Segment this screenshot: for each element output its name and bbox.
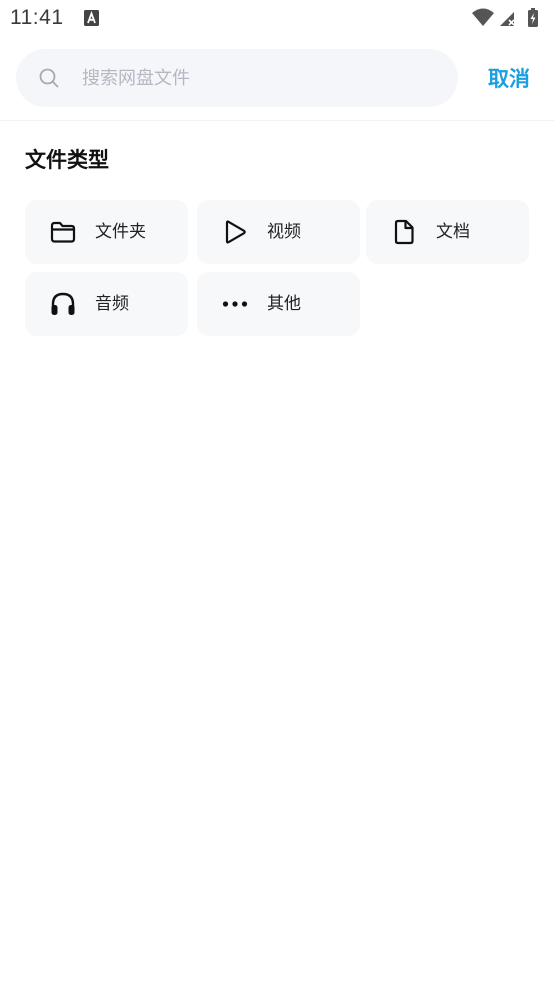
status-icons bbox=[472, 8, 538, 27]
status-time: 11:41 bbox=[10, 6, 64, 29]
notification-a-icon bbox=[84, 10, 99, 26]
folder-icon bbox=[50, 221, 76, 243]
search-input[interactable] bbox=[82, 49, 442, 107]
headphones-icon bbox=[51, 292, 75, 315]
search-icon bbox=[39, 68, 59, 88]
battery-icon bbox=[528, 8, 538, 27]
divider bbox=[0, 120, 554, 121]
tile-label: 视频 bbox=[267, 222, 301, 242]
cancel-button[interactable]: 取消 bbox=[474, 62, 544, 96]
search-box[interactable] bbox=[16, 49, 458, 107]
tile-label: 文档 bbox=[436, 222, 470, 242]
file-type-other[interactable]: 其他 bbox=[197, 272, 360, 336]
file-type-audio[interactable]: 音频 bbox=[25, 272, 188, 336]
search-bar: 取消 bbox=[0, 38, 554, 120]
file-type-document[interactable]: 文档 bbox=[366, 200, 529, 264]
status-bar: 11:41 bbox=[0, 0, 554, 38]
file-type-video[interactable]: 视频 bbox=[197, 200, 360, 264]
file-type-folder[interactable]: 文件夹 bbox=[25, 200, 188, 264]
wifi-icon bbox=[472, 8, 494, 26]
document-icon bbox=[394, 219, 414, 245]
tile-label: 其他 bbox=[267, 294, 301, 314]
tile-label: 文件夹 bbox=[95, 222, 146, 242]
section-title: 文件类型 bbox=[25, 148, 109, 172]
tile-label: 音频 bbox=[95, 294, 129, 314]
more-icon bbox=[222, 301, 248, 307]
cell-signal-icon bbox=[500, 12, 515, 26]
play-icon bbox=[225, 220, 246, 244]
